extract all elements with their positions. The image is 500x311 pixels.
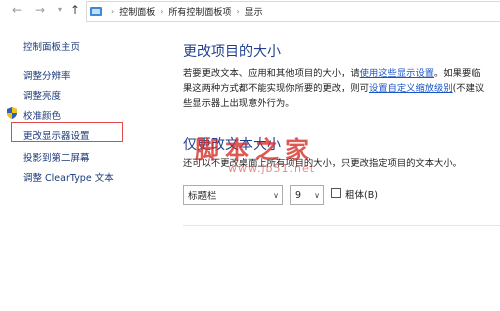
item-select-dropdown[interactable]: 标题栏 ∨ (183, 185, 283, 205)
section1-paragraph-line1: 若要更改文本、应用和其他项目的大小，请使用这些显示设置。如果要临 (183, 65, 481, 79)
address-bar[interactable]: › 控制面板 › 所有控制面板项 › 显示 (86, 1, 500, 22)
sidebar-item-adjust-brightness[interactable]: 调整亮度 (23, 88, 61, 102)
up-arrow-icon[interactable]: ↑ (68, 3, 82, 17)
text: 若要更改文本、应用和其他项目的大小，请 (183, 68, 360, 79)
sidebar-item-project-second-screen[interactable]: 投影到第二屏幕 (23, 150, 90, 164)
section1-paragraph-line2: 果这两种方式都不能实现你所要的更改，则可设置自定义缩放级别(不建议 (183, 80, 484, 94)
watermark-url: www.jb51.net (228, 162, 316, 175)
back-arrow-icon[interactable]: ← (10, 3, 24, 17)
custom-scaling-link[interactable]: 设置自定义缩放级别 (369, 83, 453, 94)
breadcrumb-all-items[interactable]: 所有控制面板项 (168, 5, 231, 18)
breadcrumb-separator-icon: › (111, 7, 115, 16)
bold-checkbox[interactable] (331, 188, 341, 198)
use-display-settings-link[interactable]: 使用这些显示设置 (360, 68, 434, 79)
navigation-bar: ← → ▾ ↑ › 控制面板 › 所有控制面板项 › 显示 (0, 0, 500, 22)
breadcrumb-display[interactable]: 显示 (245, 5, 263, 18)
text: 。如果要临 (434, 68, 481, 79)
chevron-down-icon: ∨ (273, 190, 279, 200)
sidebar-item-calibrate-color[interactable]: 校准颜色 (23, 108, 61, 122)
sidebar-item-adjust-resolution[interactable]: 调整分辨率 (23, 68, 71, 82)
divider (183, 225, 500, 226)
sidebar-item-change-display-settings[interactable]: 更改显示器设置 (23, 128, 90, 142)
control-panel-icon (90, 7, 102, 16)
text: 果这两种方式都不能实现你所要的更改，则可 (183, 83, 369, 94)
section-title-change-size: 更改项目的大小 (183, 44, 281, 60)
breadcrumb-separator-icon: › (160, 7, 164, 16)
forward-arrow-icon[interactable]: → (33, 3, 47, 17)
chevron-down-icon: ∨ (314, 190, 320, 200)
breadcrumb-separator-icon: › (236, 7, 240, 16)
section1-paragraph-line3: 些显示器上出现意外行为。 (183, 98, 295, 109)
uac-shield-icon (7, 107, 17, 119)
item-select-value: 标题栏 (188, 191, 217, 202)
font-size-select-dropdown[interactable]: 9 ∨ (290, 185, 324, 205)
sidebar-home-link[interactable]: 控制面板主页 (23, 39, 80, 53)
breadcrumb-control-panel[interactable]: 控制面板 (119, 5, 155, 18)
recent-locations-chevron-icon[interactable]: ▾ (53, 3, 67, 17)
watermark-logo: 脚本之家 (195, 135, 315, 164)
text: (不建议 (452, 83, 485, 94)
font-size-value: 9 (295, 189, 302, 201)
sidebar-item-adjust-cleartype[interactable]: 调整 ClearType 文本 (23, 170, 114, 184)
bold-checkbox-label[interactable]: 粗体(B) (345, 187, 378, 201)
